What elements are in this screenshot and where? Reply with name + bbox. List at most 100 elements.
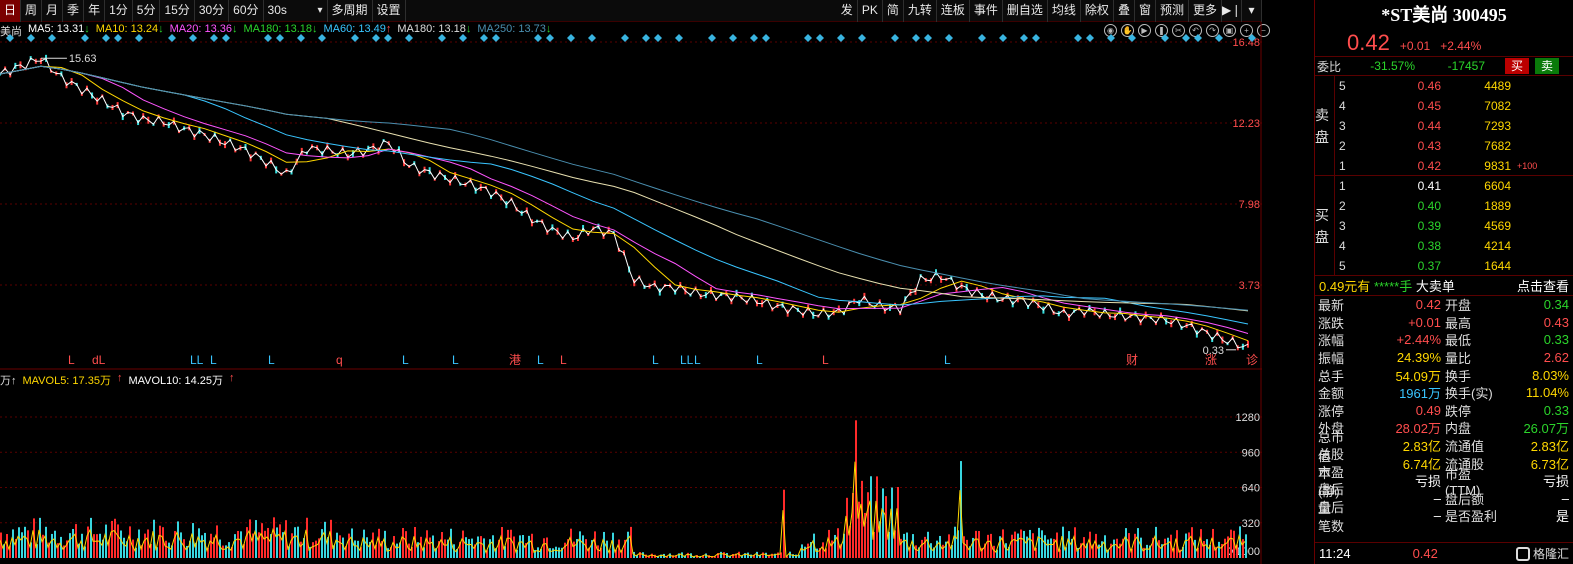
volume-bar bbox=[1083, 537, 1085, 558]
bid-level[interactable]: 2 0.40 1889 bbox=[1315, 196, 1573, 216]
volume-bar bbox=[528, 535, 530, 558]
event-mark[interactable]: 涨 bbox=[1205, 352, 1217, 367]
tool-button[interactable]: 删自选 bbox=[1003, 0, 1048, 22]
volume-bar bbox=[1134, 533, 1136, 558]
event-mark[interactable]: L bbox=[402, 353, 409, 367]
signal-diamond bbox=[567, 34, 575, 42]
volume-bar bbox=[954, 526, 956, 558]
volume-axis-label: 320 bbox=[1242, 518, 1260, 530]
event-mark[interactable]: dL bbox=[92, 353, 106, 367]
signal-diamond bbox=[1074, 34, 1082, 42]
tool-button[interactable]: 连板 bbox=[937, 0, 970, 22]
big-order-qty: *****手 bbox=[1373, 279, 1413, 294]
period-button[interactable]: 30分 bbox=[195, 0, 230, 22]
event-mark[interactable]: 港 bbox=[509, 353, 521, 367]
signal-diamond bbox=[1128, 34, 1136, 42]
event-mark[interactable]: L bbox=[652, 353, 659, 367]
event-mark[interactable]: LL bbox=[190, 353, 204, 367]
bid-level[interactable]: 1 0.41 6604 bbox=[1315, 176, 1573, 196]
ask-level[interactable]: 4 0.45 7082 bbox=[1315, 96, 1573, 116]
dropdown-icon[interactable]: ▾ bbox=[1242, 0, 1262, 22]
volume-bar bbox=[408, 543, 410, 558]
volume-bar bbox=[159, 525, 161, 558]
price-axis-label: 16.48 bbox=[1232, 37, 1260, 49]
tool-button[interactable]: 简 bbox=[883, 0, 904, 22]
volume-bar bbox=[762, 552, 764, 558]
event-mark[interactable]: 财 bbox=[1126, 353, 1138, 367]
toolbar-extra-button[interactable]: 多周期 bbox=[328, 0, 373, 22]
kline-chart[interactable]: 16.4812.237.983.7315.630.33L dL LL L Lq L L 港 L L… bbox=[0, 22, 1262, 564]
volume-bar bbox=[357, 540, 359, 558]
ask-level[interactable]: 1 0.42 9831 +100 bbox=[1315, 156, 1573, 176]
volume-bar bbox=[396, 543, 398, 558]
event-mark[interactable]: L bbox=[944, 353, 951, 367]
tool-button[interactable]: 九转 bbox=[904, 0, 937, 22]
tool-button[interactable]: 预测 bbox=[1156, 0, 1189, 22]
bid-level[interactable]: 5 0.37 1644 bbox=[1315, 256, 1573, 276]
period-button[interactable]: 季 bbox=[63, 0, 85, 22]
tool-button[interactable]: PK bbox=[858, 0, 883, 22]
ask-level[interactable]: 5 0.46 4489 bbox=[1315, 76, 1573, 96]
buy-button[interactable]: 买 bbox=[1505, 58, 1529, 74]
volume-bar bbox=[348, 533, 350, 558]
event-mark[interactable]: q bbox=[336, 353, 343, 367]
tool-buttons: 发 PK 简九转 连板 事件 删自选 均线 除权叠窗预测 更多 ▶❘ ▾ bbox=[837, 0, 1262, 22]
volume-bar bbox=[249, 519, 251, 558]
signal-diamond bbox=[816, 34, 824, 42]
event-mark[interactable]: L bbox=[756, 353, 763, 367]
period-button[interactable]: 15分 bbox=[160, 0, 195, 22]
signal-diamond bbox=[729, 34, 737, 42]
volume-bar bbox=[210, 533, 212, 558]
signal-diamond bbox=[114, 34, 122, 42]
period-button[interactable]: 日 bbox=[0, 0, 22, 22]
signal-diamond bbox=[762, 34, 770, 42]
ask-level[interactable]: 3 0.44 7293 bbox=[1315, 116, 1573, 136]
sell-button[interactable]: 卖 bbox=[1535, 58, 1559, 74]
tool-button[interactable]: 均线 bbox=[1048, 0, 1081, 22]
mavol5-line bbox=[0, 461, 1246, 558]
tool-button[interactable]: 发 bbox=[837, 0, 858, 22]
volume-unit: X1000 bbox=[1228, 546, 1260, 558]
volume-bar bbox=[180, 532, 182, 558]
period-button[interactable]: 年 bbox=[84, 0, 106, 22]
bid-level[interactable]: 4 0.38 4214 bbox=[1315, 236, 1573, 256]
period-button[interactable]: 1分 bbox=[105, 0, 133, 22]
tool-button[interactable]: 除权 bbox=[1081, 0, 1114, 22]
tool-button[interactable]: 叠 bbox=[1114, 0, 1135, 22]
volume-bar bbox=[1158, 540, 1160, 558]
big-order-row[interactable]: 0.49元有 *****手 大卖单 点击查看 bbox=[1315, 276, 1573, 296]
signal-diamond bbox=[978, 34, 986, 42]
signal-diamond bbox=[372, 34, 380, 42]
toolbar-extra-button[interactable]: 设置 bbox=[373, 0, 406, 22]
period-button[interactable]: 60分 bbox=[229, 0, 264, 22]
event-mark[interactable]: 诊 bbox=[1246, 353, 1258, 367]
event-mark[interactable]: L bbox=[560, 353, 567, 367]
event-mark[interactable]: L bbox=[537, 353, 544, 367]
big-order-view[interactable]: 点击查看 bbox=[1517, 276, 1569, 295]
event-mark[interactable]: L bbox=[268, 353, 275, 367]
sell-side-label: 卖盘 bbox=[1315, 76, 1335, 175]
weicha-value: -17457 bbox=[1447, 59, 1485, 73]
period-button[interactable]: 月 bbox=[42, 0, 64, 22]
tool-button[interactable]: 窗 bbox=[1135, 0, 1156, 22]
period-button[interactable]: 5分 bbox=[133, 0, 161, 22]
interval-select[interactable]: 30s bbox=[264, 0, 328, 22]
volume-bar bbox=[1230, 529, 1232, 558]
volume-bar bbox=[468, 539, 470, 558]
collapse-icon[interactable]: ▶❘ bbox=[1222, 0, 1242, 22]
volume-bar bbox=[144, 533, 146, 558]
event-mark[interactable]: L bbox=[822, 353, 829, 367]
ask-level[interactable]: 2 0.43 7682 bbox=[1315, 136, 1573, 156]
period-button[interactable]: 周 bbox=[21, 0, 43, 22]
signal-diamond bbox=[708, 34, 716, 42]
event-mark[interactable]: L bbox=[68, 353, 75, 367]
signal-diamond bbox=[1182, 34, 1190, 42]
event-mark[interactable]: L bbox=[210, 353, 217, 367]
event-mark[interactable]: L bbox=[452, 353, 459, 367]
tool-button[interactable]: 更多 bbox=[1189, 0, 1222, 22]
tool-button[interactable]: 事件 bbox=[970, 0, 1003, 22]
signal-diamond bbox=[210, 34, 218, 42]
event-mark[interactable]: LL bbox=[680, 353, 694, 367]
event-mark[interactable]: L bbox=[694, 353, 701, 367]
bid-level[interactable]: 3 0.39 4569 bbox=[1315, 216, 1573, 236]
